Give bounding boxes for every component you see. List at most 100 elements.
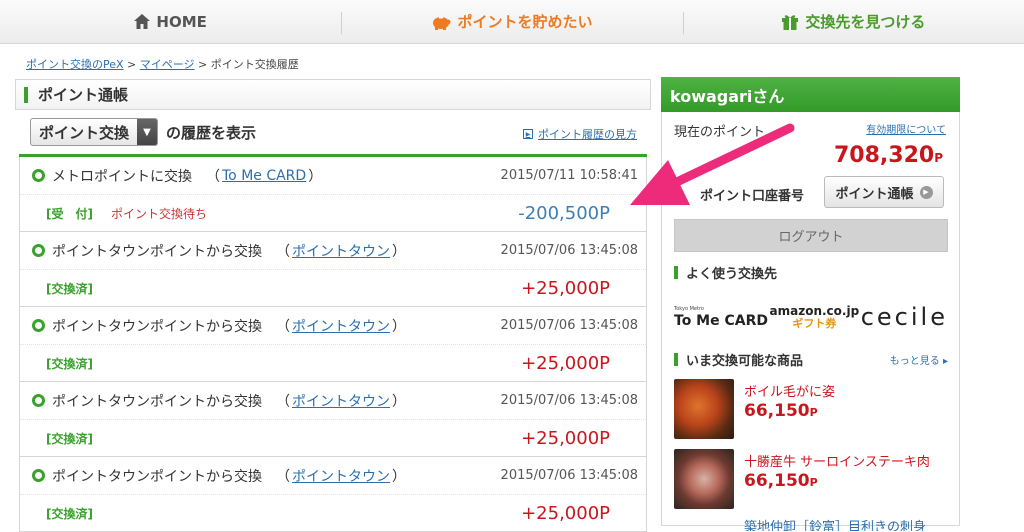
products-heading: いま交換可能な商品 もっと見る ▸ — [674, 350, 948, 369]
entry-title: ポイントタウンポイントから交換 — [52, 243, 262, 260]
heading-accent — [674, 266, 678, 279]
product-price-number: 66,150 — [744, 401, 810, 421]
more-products-link[interactable]: もっと見る ▸ — [890, 352, 948, 367]
entry-status: [受 付] — [46, 206, 93, 221]
history-guide-label: ポイント履歴の見方 — [538, 128, 637, 141]
status-circle-icon — [32, 319, 45, 332]
product-price-unit: P — [809, 476, 818, 489]
nav-find-exchange[interactable]: 交換先を見つける — [682, 0, 1024, 43]
entry-title: ポイントタウンポイントから交換 — [52, 393, 262, 410]
crab-product-image — [674, 379, 734, 439]
user-name-header: kowagariさん — [661, 77, 960, 112]
account-number-label: ポイント口座番号 — [700, 189, 805, 204]
history-filter: ポイント交換 ▼ の履歴を表示 ▶ ポイント履歴の見方 — [15, 110, 651, 154]
entry-date: 2015/07/06 13:45:08 — [500, 318, 638, 333]
breadcrumb-separator: > — [127, 58, 137, 71]
history-list: メトロポイントに交換 （ To Me CARD ） 2015/07/11 10:… — [19, 154, 647, 532]
status-circle-icon — [32, 469, 45, 482]
entry-header: ポイントタウンポイントから交換 （ ポイントタウン ） 2015/07/06 1… — [20, 232, 646, 270]
partner-link[interactable]: ポイントタウン — [292, 241, 390, 261]
status-circle-icon — [32, 244, 45, 257]
history-type-value: ポイント交換 — [39, 123, 130, 142]
entry-header: ポイントタウンポイントから交換 （ ポイントタウン ） 2015/07/06 1… — [20, 457, 646, 495]
entry-date: 2015/07/11 10:58:41 — [500, 168, 638, 183]
paren-close: ） — [392, 468, 406, 485]
paren-close: ） — [392, 393, 406, 410]
product-price: 66,150P — [744, 471, 818, 491]
entry-status: [交換済] — [46, 431, 93, 446]
passbook-button[interactable]: ポイント通帳 ▶ — [824, 176, 944, 208]
tome-card-logo-small: Tokyo Metro — [674, 305, 704, 312]
partner-link[interactable]: To Me CARD — [222, 168, 306, 184]
paren-open: （ — [206, 168, 220, 185]
history-entry: ポイントタウンポイントから交換 （ ポイントタウン ） 2015/07/06 1… — [19, 457, 647, 532]
nav-earn-points-label: ポイントを貯めたい — [457, 13, 593, 31]
breadcrumb-current: ポイント交換履歴 — [210, 58, 299, 71]
dropdown-arrow-icon: ▼ — [137, 119, 158, 145]
entry-amount: +25,000P — [521, 277, 610, 299]
product-name: 十勝産牛 サーロインステーキ肉 — [744, 455, 930, 470]
entry-detail: [交換済] +25,000P — [20, 345, 646, 381]
points-number: 708,320 — [834, 143, 935, 168]
play-icon: ▶ — [523, 129, 533, 139]
history-guide-link[interactable]: ▶ ポイント履歴の見方 — [523, 126, 637, 142]
favorites-heading-text: よく使う交換先 — [686, 267, 778, 282]
home-icon — [134, 14, 151, 29]
entry-status-note: ポイント交換待ち — [110, 206, 207, 221]
favorites-heading: よく使う交換先 — [674, 263, 948, 282]
favorite-exchange-logos: Tokyo Metro To Me CARD amazon.co.jp ギフト券… — [674, 299, 948, 335]
gift-icon — [782, 15, 799, 30]
current-points-label: 現在のポイント — [674, 125, 766, 140]
partner-link[interactable]: ポイントタウン — [292, 466, 390, 486]
entry-title: ポイントタウンポイントから交換 — [52, 318, 262, 335]
cecile-logo[interactable]: cecile — [861, 303, 948, 331]
entry-detail: [交換済] +25,000P — [20, 270, 646, 306]
nav-home[interactable]: HOME — [0, 0, 341, 43]
entry-amount: +25,000P — [521, 352, 610, 374]
entry-header: ポイントタウンポイントから交換 （ ポイントタウン ） 2015/07/06 1… — [20, 307, 646, 345]
paren-close: ） — [392, 318, 406, 335]
expiry-info-link[interactable]: 有効期限について — [866, 121, 946, 136]
tome-card-logo-text: To Me CARD — [674, 312, 768, 329]
products-heading-text: いま交換可能な商品 — [686, 354, 804, 369]
entry-status: [交換済] — [46, 281, 93, 296]
product-item[interactable]: 十勝産牛 サーロインステーキ肉 66,150P — [674, 449, 948, 511]
entry-amount: +25,000P — [521, 502, 610, 524]
history-type-select[interactable]: ポイント交換 ▼ — [30, 118, 159, 146]
entry-title: ポイントタウンポイントから交換 — [52, 468, 262, 485]
paren-open: （ — [276, 393, 290, 410]
entry-date: 2015/07/06 13:45:08 — [500, 243, 638, 258]
logout-button[interactable]: ログアウト — [674, 219, 948, 252]
entry-status: [交換済] — [46, 356, 93, 371]
entry-amount: +25,000P — [521, 427, 610, 449]
top-navigation: HOME ポイントを貯めたい 交換先を見つける — [0, 0, 1024, 44]
current-points-value: 708,320P — [834, 143, 943, 168]
more-products-label: もっと見る — [889, 356, 940, 367]
product-price-unit: P — [809, 406, 818, 419]
account-sidebar: kowagariさん 現在のポイント 有効期限について 708,320P ポイン… — [661, 77, 960, 526]
paren-open: （ — [276, 468, 290, 485]
history-entry: ポイントタウンポイントから交換 （ ポイントタウン ） 2015/07/06 1… — [19, 232, 647, 307]
passbook-button-label: ポイント通帳 — [835, 186, 914, 202]
product-name-partial[interactable]: 築地仲卸［鈴富］目利きの刺身 — [744, 516, 926, 531]
points-unit: P — [934, 151, 943, 165]
product-price: 66,150P — [744, 401, 818, 421]
nav-find-exchange-label: 交換先を見つける — [805, 13, 926, 31]
paren-open: （ — [276, 243, 290, 260]
tome-card-logo[interactable]: Tokyo Metro To Me CARD — [674, 305, 768, 329]
entry-title: メトロポイントに交換 — [52, 168, 192, 185]
paren-close: ） — [308, 168, 323, 185]
breadcrumb-pex[interactable]: ポイント交換のPeX — [26, 58, 124, 71]
piggy-bank-icon — [433, 16, 451, 30]
partner-link[interactable]: ポイントタウン — [292, 391, 390, 411]
nav-earn-points[interactable]: ポイントを貯めたい — [341, 0, 682, 43]
entry-date: 2015/07/06 13:45:08 — [500, 393, 638, 408]
entry-detail: [受 付] ポイント交換待ち -200,500P — [20, 195, 646, 231]
amazon-gift-logo[interactable]: amazon.co.jp ギフト券 — [770, 305, 860, 329]
breadcrumb-separator: > — [198, 58, 208, 71]
breadcrumb-mypage[interactable]: マイページ — [140, 58, 195, 71]
partner-link[interactable]: ポイントタウン — [292, 316, 390, 336]
history-entry: メトロポイントに交換 （ To Me CARD ） 2015/07/11 10:… — [19, 157, 647, 232]
amazon-logo-text: amazon.co.jp — [769, 303, 860, 318]
product-item[interactable]: ボイル毛がに姿 66,150P — [674, 379, 948, 441]
